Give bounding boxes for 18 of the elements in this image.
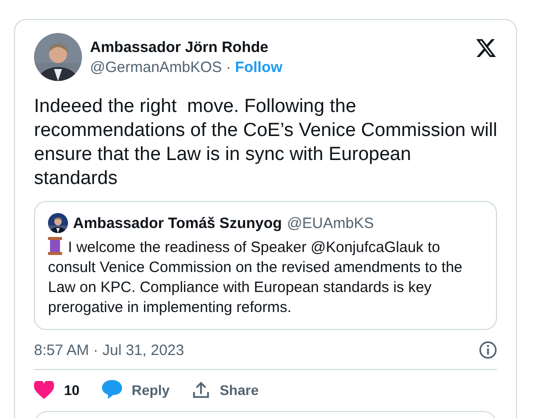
heart-icon — [34, 380, 54, 398]
quoted-text: I welcome the readiness of Speaker @KonjufcaGlauk to consult Venice Commission on the revised amendments to the Law on KPC. Compliance with European standards is key prerogative in implementing reforms. — [48, 237, 464, 318]
thread-spool-icon — [48, 237, 62, 255]
quoted-tweet[interactable] — [34, 201, 497, 330]
quoted-author-handle: @EUAmbKS — [286, 214, 374, 232]
share-icon — [192, 380, 210, 398]
speech-bubble-icon — [102, 380, 122, 399]
separator: · — [226, 58, 231, 76]
like-button[interactable]: 10 — [34, 380, 80, 398]
quoted-author-name: Ambassador Tomáš Szunyog — [73, 214, 282, 232]
info-icon[interactable] — [479, 341, 497, 359]
timestamp[interactable]: 8:57 AM · Jul 31, 2023 — [34, 342, 184, 358]
x-logo-icon[interactable] — [475, 37, 497, 59]
author-handle: @GermanAmbKOS — [90, 58, 222, 76]
author-name: Ambassador Jörn Rohde — [90, 38, 270, 56]
tweet-text: Indeeed the right move. Following the recommendations of the CoE’s Venice Commission will ensure that the Law is in sync with European standards — [34, 95, 498, 191]
share-button[interactable]: Share — [192, 380, 259, 398]
reply-button[interactable]: Reply — [102, 380, 170, 399]
